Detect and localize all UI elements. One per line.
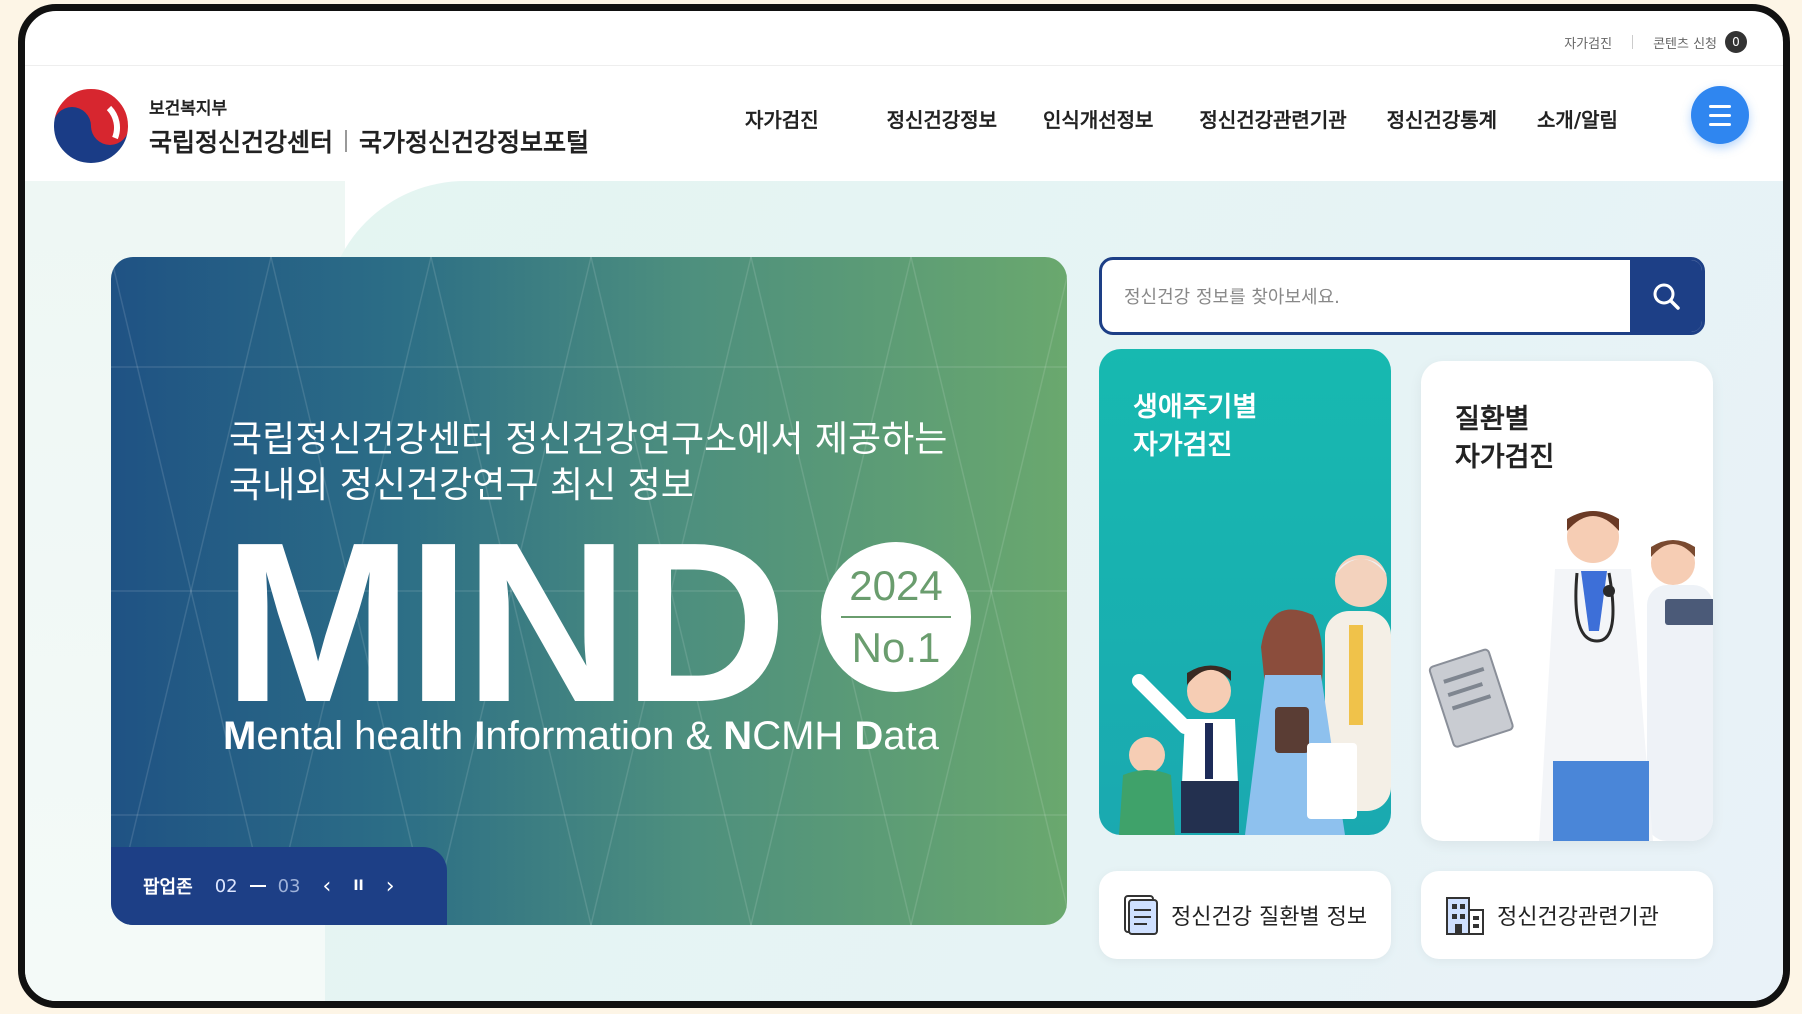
family-illustration-icon [1119,555,1391,835]
disease-info-link[interactable]: 정신건강 질환별 정보 [1099,871,1391,959]
org-divider [345,129,348,152]
popup-page-divider [249,885,266,887]
banner-subtitle-line1: 국립정신건강센터 정신건강연구소에서 제공하는 [229,419,948,460]
popup-current-page: 02 [214,875,238,897]
hamburger-icon [1709,102,1731,129]
banner-tagline: Mental health Information & NCMH Data [223,714,939,758]
institutions-label: 정신건강관련기관 [1497,905,1659,930]
building-icon [1446,897,1484,935]
search-input[interactable] [1122,260,1616,332]
utility-content-request-link[interactable]: 콘텐츠 신청 0 [1653,31,1747,53]
search-box [1099,257,1705,335]
utility-bar: 자가검진 콘텐츠 신청 0 [1564,25,1747,59]
search-icon [1653,283,1680,310]
lifecycle-self-check-card[interactable]: 생애주기별 자가검진 [1099,349,1391,835]
utility-divider [1632,35,1634,49]
home-logo-link[interactable]: 보건복지부 국립정신건강센터 국가정신건강정보포털 [51,86,589,166]
main-navigation: 자가검진 정신건강정보 인식개선정보 정신건강관련기관 정신건강통계 소개/알림 [725,104,1638,133]
lifecycle-card-title: 생애주기별 자가검진 [1133,392,1258,461]
taegeuk-logo-icon [52,87,130,165]
popup-total-pages: 03 [277,875,301,897]
main-banner[interactable]: 국립정신건강센터 정신건강연구소에서 제공하는 국내외 정신건강연구 최신 정보… [111,257,1067,925]
doctors-illustration-icon [1428,511,1713,841]
banner-title: MIND [223,496,788,750]
org-primary: 국립정신건강센터 [149,127,334,157]
nav-self-check[interactable]: 자가검진 [725,104,839,133]
popup-zone-label: 팝업존 [143,877,193,898]
badge-year: 2024 [849,562,943,609]
chevron-right-icon[interactable]: › [386,874,395,899]
ministry-name: 보건복지부 [149,98,228,119]
disease-info-label: 정신건강 질환별 정보 [1171,905,1368,930]
content-request-label: 콘텐츠 신청 [1653,36,1717,52]
nav-statistics[interactable]: 정신건강통계 [1367,104,1517,133]
pause-icon[interactable]: II [353,878,363,894]
badge-divider [841,616,951,618]
nav-awareness-info[interactable]: 인식개선정보 [1023,104,1173,133]
logo-text: 보건복지부 국립정신건강센터 국가정신건강정보포털 [149,94,589,159]
disease-self-check-card[interactable]: 질환별 자가검진 [1421,361,1713,841]
banner-badge: 2024 No.1 [821,542,971,692]
search-button[interactable] [1630,260,1702,332]
utility-self-check-link[interactable]: 자가검진 [1564,33,1612,52]
popup-zone-controls: 팝업존 02 03 ‹ II › [111,847,447,925]
chevron-left-icon[interactable]: ‹ [323,874,332,899]
org-names: 국립정신건강센터 국가정신건강정보포털 [149,123,589,159]
nav-about-notice[interactable]: 소개/알림 [1517,104,1638,133]
badge-number: No.1 [851,624,941,671]
browser-frame: 자가검진 콘텐츠 신청 0 보건복지부 국립정신건강센터 국가정신건강정보포털 [18,4,1790,1008]
institutions-link[interactable]: 정신건강관련기관 [1421,871,1713,959]
site-header: 보건복지부 국립정신건강센터 국가정신건강정보포털 자가검진 정신건강정보 인식… [25,66,1783,181]
content-count-icon: 0 [1725,31,1747,53]
document-icon [1124,895,1158,935]
nav-institutions[interactable]: 정신건강관련기관 [1179,104,1366,133]
all-menu-button[interactable] [1691,86,1749,144]
nav-mental-health-info[interactable]: 정신건강정보 [867,104,1017,133]
org-secondary: 국가정신건강정보포털 [359,127,590,157]
